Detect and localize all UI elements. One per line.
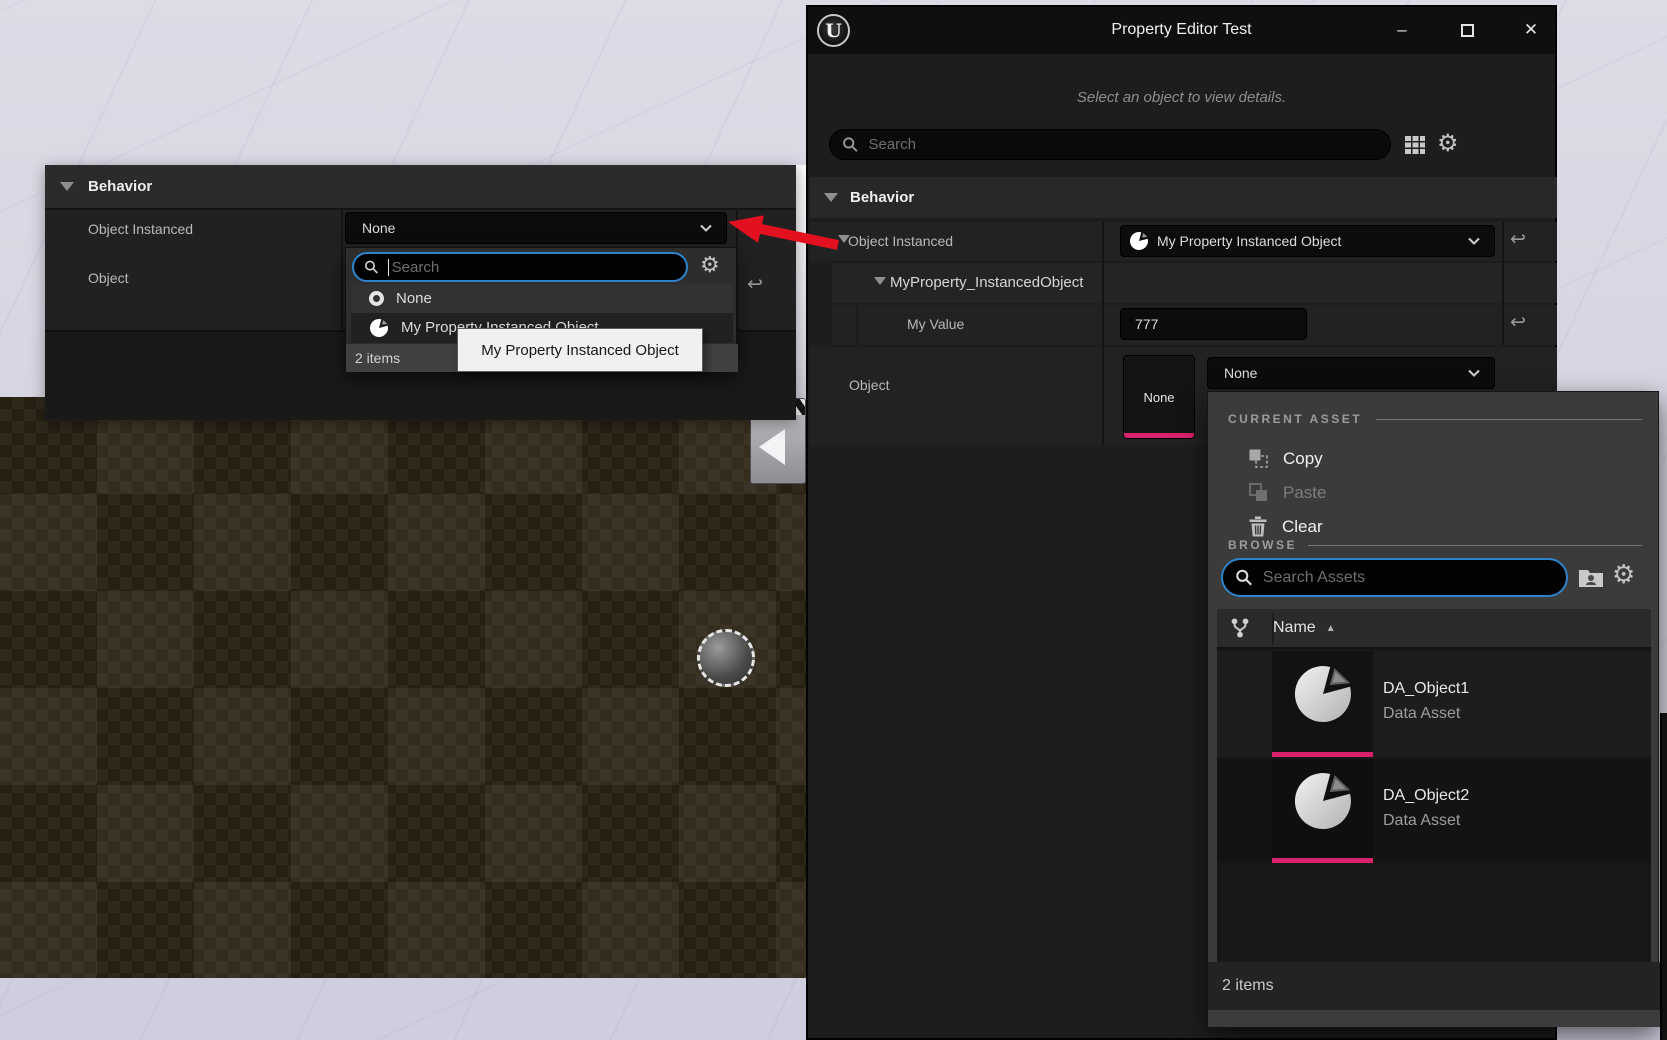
- instanced-object-pie-icon: [1129, 231, 1149, 251]
- category-label: Behavior: [88, 178, 152, 195]
- property-label: My Value: [907, 316, 964, 332]
- reset-to-default-icon[interactable]: ↩: [747, 275, 763, 294]
- desktop: Behavior Object Instanced Object None ↩: [0, 0, 1667, 1040]
- object-combobox[interactable]: None: [1207, 357, 1495, 389]
- browse-to-asset-folder-icon[interactable]: [1578, 566, 1604, 588]
- settings-gear-icon[interactable]: ⚙: [1437, 131, 1459, 155]
- menu-item-label: Copy: [1283, 449, 1323, 469]
- asset-type-color-bar: [1272, 858, 1373, 863]
- asset-type: Data Asset: [1383, 705, 1460, 723]
- menu-footer-strip: [1208, 1010, 1660, 1027]
- subobject-label: MyProperty_InstancedObject: [890, 274, 1083, 291]
- search-icon: [364, 259, 379, 275]
- my-value-number: 777: [1135, 316, 1158, 332]
- combobox-value: None: [1224, 365, 1257, 381]
- viewport-checker-floor: [0, 397, 806, 978]
- window-title: Property Editor Test: [808, 21, 1555, 39]
- reset-to-default-icon[interactable]: ↩: [1510, 313, 1526, 332]
- search-icon: [1235, 568, 1253, 587]
- maximize-button[interactable]: [1454, 17, 1480, 43]
- asset-picker-menu: CURRENT ASSET Copy Paste: [1207, 391, 1659, 1026]
- empty-selection-hint: Select an object to view details.: [808, 89, 1555, 106]
- dropdown-search-box[interactable]: [352, 252, 688, 282]
- column-divider[interactable]: [341, 210, 343, 330]
- property-label: Object: [849, 377, 889, 393]
- search-icon: [842, 136, 858, 153]
- asset-thumbnail-cell[interactable]: [1272, 759, 1373, 863]
- property-label: Object Instanced: [88, 221, 193, 237]
- clear-menu-item[interactable]: Clear: [1248, 516, 1323, 537]
- asset-search-box[interactable]: [1221, 558, 1568, 597]
- asset-type: Data Asset: [1383, 812, 1460, 830]
- thumbnail-label: None: [1143, 390, 1174, 405]
- asset-list-header[interactable]: Name ▲: [1217, 609, 1651, 649]
- paste-menu-item[interactable]: Paste: [1248, 482, 1326, 503]
- current-asset-section-label: CURRENT ASSET: [1228, 412, 1362, 426]
- trash-icon: [1248, 516, 1268, 537]
- asset-list: Name ▲ DA_Object1 Data Asset: [1217, 609, 1651, 962]
- revision-control-branch-icon[interactable]: [1229, 617, 1251, 639]
- asset-row-da-object2[interactable]: DA_Object2 Data Asset: [1217, 759, 1651, 863]
- chevron-down-icon: [1468, 369, 1480, 377]
- tooltip: My Property Instanced Object: [457, 328, 703, 372]
- minimize-button[interactable]: –: [1389, 17, 1415, 43]
- items-count: 2 items: [1222, 977, 1274, 995]
- none-circle-icon: [369, 291, 384, 306]
- object-instanced-combobox[interactable]: None: [345, 212, 727, 244]
- property-label: Object: [88, 270, 128, 286]
- option-label: None: [396, 290, 432, 307]
- asset-name: DA_Object2: [1383, 787, 1469, 805]
- name-column-header[interactable]: Name: [1273, 619, 1316, 637]
- option-none[interactable]: None: [351, 284, 733, 313]
- instanced-object-pie-icon: [369, 318, 389, 338]
- copy-menu-item[interactable]: Copy: [1248, 448, 1323, 469]
- asset-name: DA_Object1: [1383, 680, 1469, 698]
- display-filter-table-icon[interactable]: [1404, 135, 1426, 155]
- copy-icon: [1248, 448, 1269, 469]
- paste-icon: [1248, 482, 1269, 503]
- asset-search-input[interactable]: [1253, 568, 1554, 588]
- viewport-sphere-actor[interactable]: [697, 629, 755, 687]
- window-titlebar[interactable]: U Property Editor Test: [808, 7, 1555, 54]
- asset-thumbnail-cell[interactable]: [1272, 651, 1373, 757]
- object-instanced-combobox[interactable]: My Property Instanced Object: [1120, 225, 1495, 257]
- tooltip-text: My Property Instanced Object: [481, 342, 679, 359]
- items-count: 2 items: [355, 350, 400, 366]
- dropdown-search-input[interactable]: [389, 258, 676, 277]
- asset-row-da-object1[interactable]: DA_Object1 Data Asset: [1217, 651, 1651, 757]
- behavior-category-header[interactable]: Behavior: [45, 165, 796, 210]
- property-label: Object Instanced: [848, 233, 953, 249]
- background-window-edge: [1660, 713, 1667, 1040]
- data-asset-pie-thumbnail: [1291, 769, 1355, 833]
- sort-ascending-icon[interactable]: ▲: [1326, 623, 1336, 634]
- chevron-down-icon: [1468, 237, 1480, 245]
- browse-section-label: BROWSE: [1228, 538, 1297, 552]
- details-search-box[interactable]: [829, 129, 1391, 160]
- reset-to-default-icon[interactable]: ↩: [1510, 230, 1526, 249]
- asset-type-color-bar: [1272, 752, 1373, 757]
- details-search-input[interactable]: [858, 135, 1378, 154]
- data-asset-pie-thumbnail: [1291, 662, 1355, 726]
- combobox-value: None: [362, 220, 395, 236]
- asset-count-bar: 2 items: [1208, 962, 1660, 1010]
- asset-type-color-bar: [1124, 433, 1194, 438]
- object-asset-thumbnail[interactable]: None: [1123, 355, 1195, 439]
- view-options-gear-icon[interactable]: ⚙: [1612, 562, 1635, 588]
- menu-item-label: Clear: [1282, 517, 1323, 537]
- collapse-triangle-icon[interactable]: [60, 182, 74, 191]
- my-value-input[interactable]: 777: [1120, 308, 1307, 340]
- combobox-value: My Property Instanced Object: [1157, 233, 1341, 249]
- red-annotation-arrow: [690, 200, 860, 270]
- behavior-category-header[interactable]: Behavior: [810, 177, 1557, 218]
- expand-triangle-icon[interactable]: [874, 277, 886, 285]
- menu-item-label: Paste: [1283, 483, 1326, 503]
- close-button[interactable]: ✕: [1518, 17, 1544, 43]
